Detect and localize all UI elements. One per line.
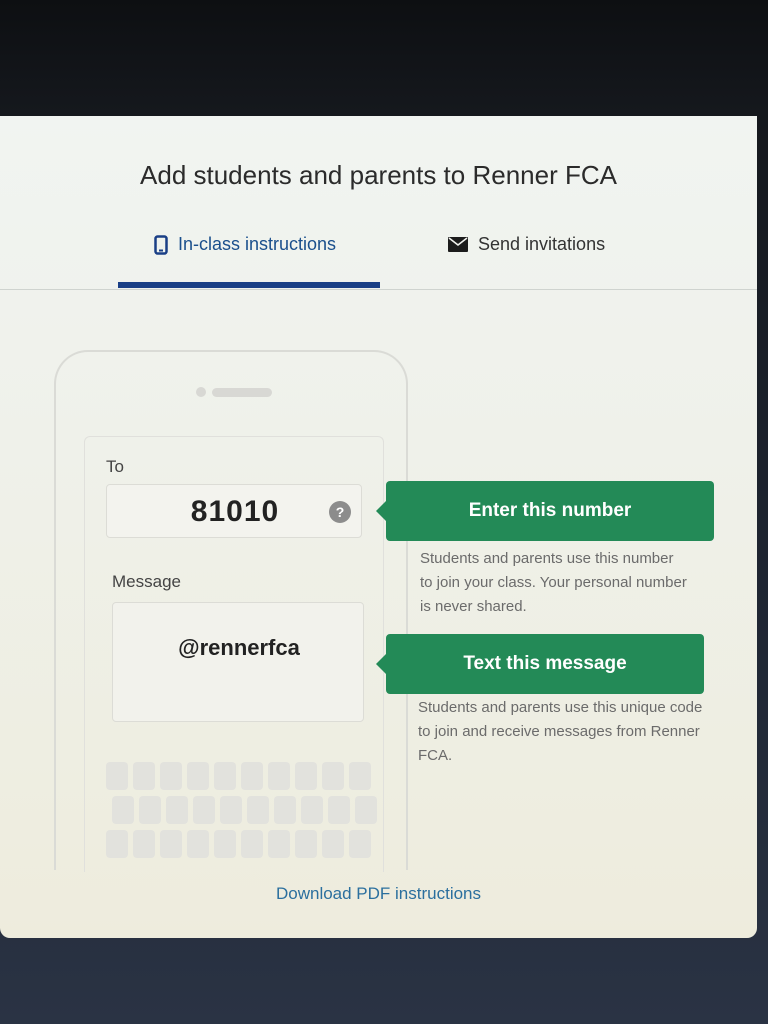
keyboard-key [247,796,269,824]
message-label: Message [112,572,181,591]
keyboard-key [220,796,242,824]
keyboard-key [328,796,350,824]
keyboard-key [322,830,344,858]
keyboard-key [133,830,155,858]
tab-in-class-instructions[interactable]: In-class instructions [154,234,336,255]
add-students-modal: Add students and parents to Renner FCA I… [0,116,757,938]
enter-number-callout-label: Enter this number [468,500,632,521]
phone-icon [154,234,168,255]
keyboard-key [268,762,290,790]
to-label: To [106,457,124,476]
envelope-icon [448,237,468,252]
keyboard-key [193,796,215,824]
keyboard-key [322,762,344,790]
keyboard-key [106,830,128,858]
download-pdf-link[interactable]: Download PDF instructions [0,884,757,904]
modal-title: Add students and parents to Renner FCA [140,160,617,190]
keyboard-key [274,796,296,824]
keyboard-key [268,830,290,858]
text-message-description: Students and parents use this unique cod… [418,699,703,764]
keyboard-key [295,830,317,858]
tab-in-class-label: In-class instructions [178,234,337,254]
keyboard-key [349,830,371,858]
keyboard-key [139,796,161,824]
keyboard-key [214,830,236,858]
keyboard-key [214,762,236,790]
keyboard-key [166,796,188,824]
short-code-number: 81010 [190,495,280,528]
phone-speaker [196,386,272,398]
keyboard-key [133,762,155,790]
tab-send-invitations[interactable]: Send invitations [448,234,605,255]
help-icon[interactable]: ? [329,501,351,523]
keyboard-key [160,762,182,790]
active-tab-indicator [118,282,380,288]
to-number-field: 81010 ? [106,484,362,538]
keyboard-key [112,796,134,824]
keyboard-key [160,830,182,858]
keyboard-key [187,762,209,790]
keyboard-key [301,796,323,824]
tab-send-invitations-label: Send invitations [478,234,606,254]
enter-number-callout: Enter this number [376,481,714,541]
class-code-message: @rennerfca [178,635,300,660]
text-message-callout: Text this message [376,634,704,694]
message-field: @rennerfca [112,602,364,722]
keyboard-key [187,830,209,858]
keyboard-key [355,796,377,824]
keyboard-key [241,830,263,858]
keyboard-key [295,762,317,790]
enter-number-description: Students and parents use this number to … [420,550,687,615]
keyboard-key [241,762,263,790]
text-message-callout-label: Text this message [463,653,627,674]
keyboard-key [106,762,128,790]
tab-bar: In-class instructions Send invitations [0,228,757,290]
keyboard-illustration [100,756,382,858]
keyboard-key [349,762,371,790]
